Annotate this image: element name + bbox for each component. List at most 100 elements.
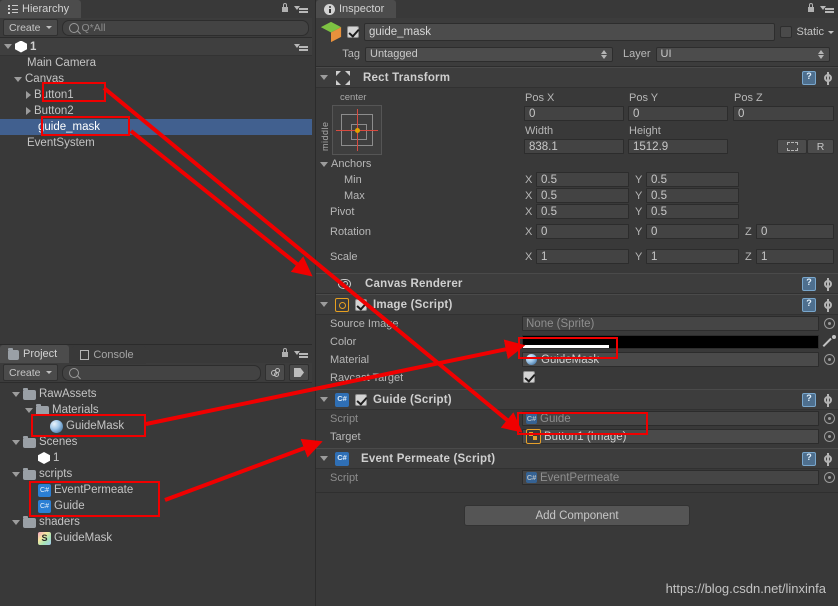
gear-icon[interactable] <box>821 452 834 466</box>
lock-icon[interactable] <box>807 3 815 13</box>
scene-menu-icon[interactable] <box>294 41 308 51</box>
guide-script-picker-icon[interactable] <box>824 413 835 424</box>
raw-edit-button[interactable]: R <box>807 139 834 154</box>
rect-transform-header[interactable]: Rect Transform <box>316 67 838 88</box>
guide-target-field[interactable]: Button1 (Image) <box>522 429 819 444</box>
hierarchy-item-button2[interactable]: Button2 <box>0 103 312 119</box>
expand-arrow[interactable] <box>25 407 33 413</box>
project-search-input[interactable] <box>61 364 261 381</box>
hierarchy-item-button1[interactable]: Button1 <box>0 87 312 103</box>
event-permeate-header[interactable]: Event Permeate (Script) <box>316 448 838 469</box>
layer-dropdown[interactable]: UI <box>655 46 830 62</box>
project-menu-icon[interactable] <box>294 348 308 358</box>
scene-root-row[interactable]: 1 <box>0 38 312 56</box>
guide-enabled-checkbox[interactable] <box>355 393 367 406</box>
scale-y-input[interactable]: 1 <box>646 249 739 264</box>
project-item-guidemask-material[interactable]: GuideMask <box>0 418 312 434</box>
static-control[interactable]: Static <box>780 26 834 38</box>
help-icon[interactable] <box>802 298 816 312</box>
object-active-checkbox[interactable] <box>347 26 359 38</box>
help-icon[interactable] <box>802 452 816 466</box>
image-foldout[interactable] <box>320 302 328 307</box>
anchor-max-y-input[interactable]: 0.5 <box>646 188 739 203</box>
rotation-x-input[interactable]: 0 <box>536 224 629 239</box>
inspector-menu-icon[interactable] <box>820 3 834 13</box>
material-field[interactable]: GuideMask <box>522 352 819 367</box>
project-item-scenes[interactable]: Scenes <box>0 434 312 450</box>
event-permeate-foldout[interactable] <box>320 456 328 461</box>
hierarchy-item-canvas[interactable]: Canvas <box>0 71 312 87</box>
hierarchy-item-guide-mask[interactable]: guide_mask <box>0 119 312 135</box>
help-icon[interactable] <box>802 277 816 291</box>
guide-component-header[interactable]: Guide (Script) <box>316 389 838 410</box>
image-component-header[interactable]: Image (Script) <box>316 294 838 315</box>
anchors-foldout-arrow[interactable] <box>320 161 328 167</box>
eyedropper-icon[interactable] <box>823 335 836 348</box>
rotation-y-input[interactable]: 0 <box>646 224 739 239</box>
project-item-shaders[interactable]: shaders <box>0 514 312 530</box>
button1-expand-arrow[interactable] <box>26 91 31 99</box>
static-checkbox[interactable] <box>780 26 793 38</box>
search-by-type-button[interactable] <box>265 364 285 381</box>
pivot-y-input[interactable]: 0.5 <box>646 204 739 219</box>
gear-icon[interactable] <box>821 393 834 407</box>
blueprint-mode-button[interactable] <box>777 139 807 154</box>
search-by-label-button[interactable] <box>289 364 309 381</box>
image-enabled-checkbox[interactable] <box>355 298 367 311</box>
add-component-button[interactable]: Add Component <box>464 505 690 526</box>
help-icon[interactable] <box>802 71 816 85</box>
tab-project[interactable]: Project <box>0 345 70 363</box>
anchor-min-y-input[interactable]: 0.5 <box>646 172 739 187</box>
gear-icon[interactable] <box>821 277 834 291</box>
project-item-scene-1[interactable]: 1 <box>0 450 312 466</box>
scene-expand-arrow[interactable] <box>4 44 12 49</box>
project-item-eventpermeate[interactable]: EventPermeate <box>0 482 312 498</box>
pos-y-input[interactable]: 0 <box>628 106 728 121</box>
raycast-target-checkbox[interactable] <box>523 371 535 383</box>
width-input[interactable]: 838.1 <box>524 139 624 154</box>
pos-z-input[interactable]: 0 <box>733 106 834 121</box>
event-permeate-script-picker-icon[interactable] <box>824 472 835 483</box>
expand-arrow[interactable] <box>12 391 20 397</box>
scale-z-input[interactable]: 1 <box>756 249 834 264</box>
hierarchy-item-eventsystem[interactable]: EventSystem <box>0 135 312 151</box>
height-input[interactable]: 1512.9 <box>628 139 728 154</box>
gear-icon[interactable] <box>821 298 834 312</box>
tab-console[interactable]: Console <box>72 345 146 364</box>
project-item-scripts[interactable]: scripts <box>0 466 312 482</box>
project-item-rawassets[interactable]: RawAssets <box>0 386 312 402</box>
canvas-expand-arrow[interactable] <box>14 76 22 82</box>
hierarchy-menu-icon[interactable] <box>294 3 308 13</box>
color-swatch-field[interactable] <box>522 335 819 349</box>
anchors-foldout-row[interactable]: Anchors <box>320 158 371 170</box>
rect-transform-foldout[interactable] <box>320 75 328 80</box>
scale-x-input[interactable]: 1 <box>536 249 629 264</box>
source-image-field[interactable]: None (Sprite) <box>522 316 819 331</box>
guide-target-picker-icon[interactable] <box>824 431 835 442</box>
lock-icon[interactable] <box>281 3 289 13</box>
project-item-guidemask-shader[interactable]: GuideMask <box>0 530 312 546</box>
anchor-preset-widget[interactable] <box>332 105 382 155</box>
project-item-guide[interactable]: Guide <box>0 498 312 514</box>
gear-icon[interactable] <box>821 71 834 85</box>
help-icon[interactable] <box>802 393 816 407</box>
pos-x-input[interactable]: 0 <box>524 106 624 121</box>
hierarchy-search-input[interactable]: Q*All <box>61 19 309 36</box>
project-item-materials[interactable]: Materials <box>0 402 312 418</box>
expand-arrow[interactable] <box>12 439 20 445</box>
anchor-max-x-input[interactable]: 0.5 <box>536 188 629 203</box>
tab-hierarchy[interactable]: Hierarchy <box>0 0 82 18</box>
pivot-x-input[interactable]: 0.5 <box>536 204 629 219</box>
expand-arrow[interactable] <box>12 519 20 525</box>
project-create-button[interactable]: Create <box>3 364 58 381</box>
button2-expand-arrow[interactable] <box>26 107 31 115</box>
expand-arrow[interactable] <box>12 471 20 477</box>
material-picker-icon[interactable] <box>824 354 835 365</box>
object-name-input[interactable]: guide_mask <box>364 23 776 41</box>
hierarchy-item-main-camera[interactable]: Main Camera <box>0 55 312 71</box>
guide-foldout[interactable] <box>320 397 328 402</box>
tab-inspector[interactable]: Inspector <box>316 0 397 18</box>
tag-dropdown[interactable]: Untagged <box>365 46 613 62</box>
chevron-down-icon[interactable] <box>828 30 834 34</box>
anchor-min-x-input[interactable]: 0.5 <box>536 172 629 187</box>
